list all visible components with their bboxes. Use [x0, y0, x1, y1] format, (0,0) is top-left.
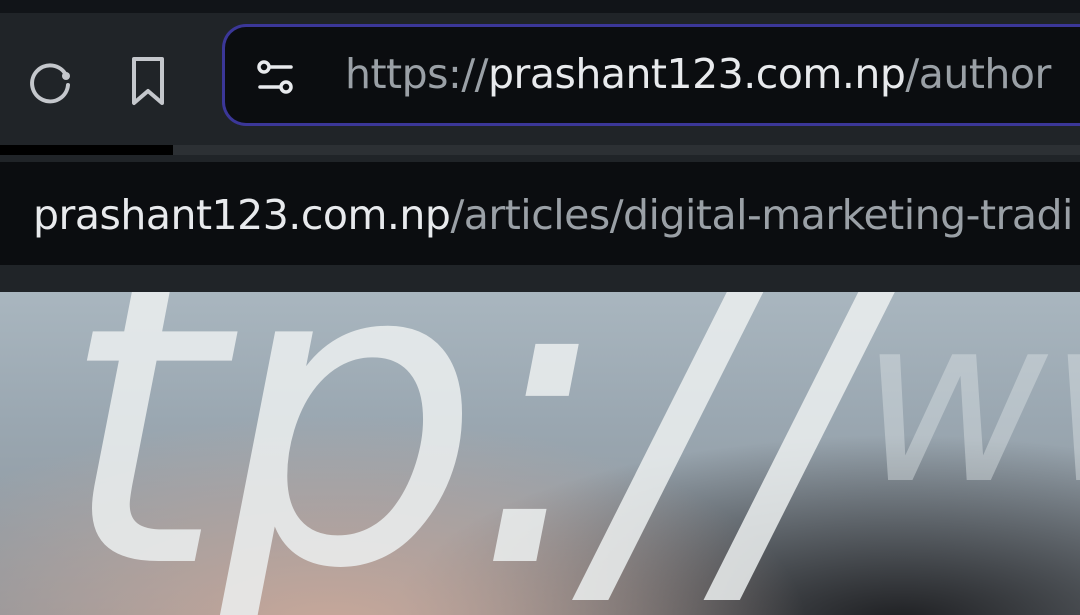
url-text[interactable]: https://prashant123.com.np/author	[345, 49, 1051, 99]
url-host: prashant123.com.np	[487, 50, 906, 98]
url-path: /author	[905, 50, 1051, 98]
hero-image-www: ww	[860, 292, 1080, 535]
hero-image-text: tp://	[60, 292, 876, 615]
hero-image: tp:// ww	[0, 292, 1080, 615]
tune-icon[interactable]	[255, 57, 297, 99]
omnibox-suggestion[interactable]: prashant123.com.np/articles/digital-mark…	[0, 162, 1080, 265]
address-bar[interactable]: https://prashant123.com.np/author	[222, 24, 1080, 126]
page-load-progress	[0, 145, 1080, 155]
bookmark-icon[interactable]	[128, 53, 168, 109]
progress-fill	[0, 145, 173, 155]
suggestion-path: /articles/digital-marketing-tradi	[450, 191, 1073, 239]
url-scheme: https://	[345, 50, 488, 98]
window-top-strip	[0, 0, 1080, 13]
suggestion-host: prashant123.com.np	[33, 191, 451, 239]
suggestion-url: prashant123.com.np/articles/digital-mark…	[33, 190, 1073, 240]
reload-icon[interactable]	[24, 55, 76, 107]
